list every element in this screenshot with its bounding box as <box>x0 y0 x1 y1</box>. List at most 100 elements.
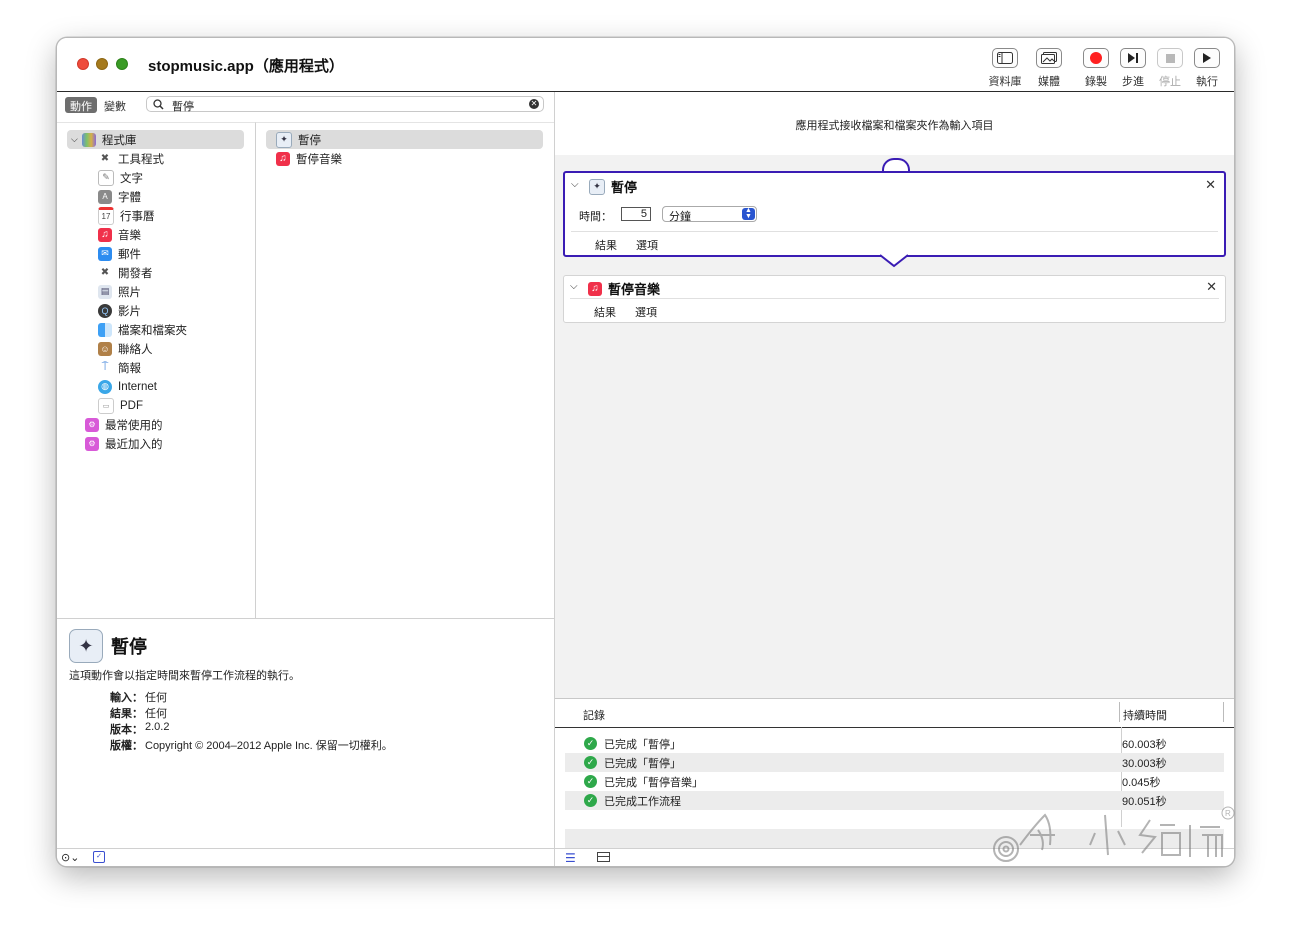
split-view-icon[interactable] <box>597 852 610 862</box>
remove-action-icon[interactable]: ✕ <box>1206 279 1217 295</box>
disclosure-chevron-icon[interactable]: ⌵ <box>71 134 78 145</box>
collapse-chevron-icon[interactable]: ⌵ <box>570 281 578 292</box>
library-item-calendar[interactable]: 17 行事曆 <box>98 206 155 225</box>
action-item-pause[interactable]: ✦ 暫停 <box>276 130 321 149</box>
description-title: 暫停 <box>111 637 147 657</box>
globe-icon: ◍ <box>98 379 112 394</box>
library-item-contacts[interactable]: ☺ 聯絡人 <box>98 339 153 358</box>
smart-group-label: 最近加入的 <box>105 438 163 451</box>
photo-icon <box>1036 48 1062 68</box>
action-item-pause-music[interactable]: ♫ 暫停音樂 <box>276 149 342 168</box>
log-row: ✓ 已完成「暫停」 60.003秒 <box>565 734 1224 753</box>
duration-column-header[interactable]: 持續時間 <box>1123 707 1167 723</box>
finder-icon <box>98 322 112 337</box>
window-title: stopmusic.app（應用程式） <box>148 58 344 75</box>
smart-group-recently-added[interactable]: ⚙ 最近加入的 <box>85 434 163 453</box>
contacts-icon: ☺ <box>98 341 112 356</box>
record-button[interactable]: 錄製 <box>1076 48 1116 88</box>
smart-group-most-used[interactable]: ⚙ 最常使用的 <box>85 415 163 434</box>
library-item-label: 檔案和檔案夾 <box>118 324 187 337</box>
svg-text:R: R <box>1225 809 1231 818</box>
record-label: 錄製 <box>1085 76 1107 88</box>
left-pane: 動作 變數 暫停 ✕ ⌵ 程式庫 ✖ 工具程式 ✎ 文字 A 字體 17 行事曆 ♫ 音樂… <box>57 92 555 848</box>
checkmark-icon: ✓ <box>584 756 597 769</box>
time-value-field[interactable]: 5 <box>621 207 651 221</box>
music-icon: ♫ <box>588 281 602 296</box>
step-button[interactable]: 步進 <box>1113 48 1153 88</box>
list-view-icon[interactable]: ☰ <box>565 851 576 865</box>
library-item-label: 文字 <box>120 172 143 185</box>
pdf-icon: ▭ <box>98 397 114 414</box>
step-forward-icon <box>1120 48 1146 68</box>
media-button[interactable]: 媒體 <box>1029 48 1069 88</box>
action-card-pause-music[interactable]: ⌵ ♫ 暫停音樂 ✕ 結果 選項 <box>563 275 1226 323</box>
automator-robot-icon: ✦ <box>589 178 605 195</box>
collapse-chevron-icon[interactable]: ⌵ <box>571 179 579 190</box>
action-item-label: 暫停 <box>298 134 321 147</box>
tools-icon: ✖ <box>100 153 110 164</box>
search-icon <box>153 99 164 113</box>
library-item-utilities[interactable]: ✖ 工具程式 <box>98 149 164 168</box>
automator-robot-icon: ✦ <box>69 629 103 663</box>
library-item-mail[interactable]: ✉ 郵件 <box>98 244 141 263</box>
library-item-presentations[interactable]: ⍑ 簡報 <box>98 358 141 377</box>
presentation-icon: ⍑ <box>101 361 109 373</box>
play-icon <box>1194 48 1220 68</box>
action-card-footer: 結果 選項 <box>571 237 658 253</box>
library-item-internet[interactable]: ◍ Internet <box>98 377 157 396</box>
zoom-window-button[interactable] <box>116 58 128 70</box>
workflow-pane: 應用程式接收檔案和檔案夾作為輸入項目 ⌵ ✦ 暫停 ✕ 時間： 5 分鐘 ▲▼ <box>555 92 1234 849</box>
library-item-developer[interactable]: ✖ 開發者 <box>98 263 153 282</box>
action-card-pause[interactable]: ⌵ ✦ 暫停 ✕ 時間： 5 分鐘 ▲ ▼ 結果 選項 <box>563 171 1226 257</box>
search-field[interactable]: 暫停 ✕ <box>146 96 544 114</box>
checkmark-icon: ✓ <box>584 794 597 807</box>
library-item-movies[interactable]: Q 影片 <box>98 301 141 320</box>
library-list: ⌵ 程式庫 ✖ 工具程式 ✎ 文字 A 字體 17 行事曆 ♫ 音樂 ✉ 郵件 ✖ 開發者 ▤… <box>57 122 256 619</box>
action-menu-icon[interactable]: ⊙⌄ <box>61 851 79 864</box>
description-toggle-icon[interactable]: ✓ <box>93 851 105 863</box>
smart-group-label: 最常使用的 <box>105 419 163 432</box>
search-input[interactable]: 暫停 <box>172 98 194 114</box>
action-list: ✦ 暫停 ♫ 暫停音樂 <box>256 122 554 619</box>
library-item-label: 聯絡人 <box>118 343 153 356</box>
library-item-fonts[interactable]: A 字體 <box>98 187 141 206</box>
library-root[interactable]: ⌵ 程式庫 <box>71 130 136 149</box>
log-column-header[interactable]: 記錄 <box>583 707 605 723</box>
library-root-label: 程式庫 <box>101 134 137 147</box>
sidebar-icon <box>992 48 1018 68</box>
results-button[interactable]: 結果 <box>595 237 617 253</box>
smart-folder-icon: ⚙ <box>85 436 99 451</box>
close-window-button[interactable] <box>77 58 89 70</box>
record-icon <box>1083 48 1109 68</box>
tab-variables[interactable]: 變數 <box>99 97 131 113</box>
automator-robot-icon: ✦ <box>276 131 292 148</box>
library-item-music[interactable]: ♫ 音樂 <box>98 225 141 244</box>
photos-icon: ▤ <box>98 284 112 299</box>
workflow-input-description: 應用程式接收檔案和檔案夾作為輸入項目 <box>795 120 994 132</box>
library-item-label: 工具程式 <box>118 153 164 166</box>
workflow-area: ⌵ ✦ 暫停 ✕ 時間： 5 分鐘 ▲ ▼ 結果 選項 ⌵ ♫ 暫停音樂 ✕ 結… <box>555 155 1234 698</box>
library-item-pdf[interactable]: ▭ PDF <box>98 396 143 415</box>
clear-search-icon[interactable]: ✕ <box>529 99 539 109</box>
run-button[interactable]: 執行 <box>1187 48 1227 88</box>
library-item-label: PDF <box>120 399 143 412</box>
stop-button[interactable]: 停止 <box>1150 48 1190 88</box>
minimize-window-button[interactable] <box>96 58 108 70</box>
library-item-label: 簡報 <box>118 362 141 375</box>
options-button[interactable]: 選項 <box>635 304 657 320</box>
action-description: ✦ 暫停 這項動作會以指定時間來暫停工作流程的執行。 輸入： 任何 結果： 任何 版… <box>57 618 554 849</box>
time-unit-select[interactable]: 分鐘 ▲ ▼ <box>662 206 757 223</box>
remove-action-icon[interactable]: ✕ <box>1205 177 1216 193</box>
music-icon: ♫ <box>276 151 290 166</box>
library-button[interactable]: 資料庫 <box>985 48 1025 88</box>
library-item-files-folders[interactable]: 檔案和檔案夾 <box>98 320 187 339</box>
output-connector <box>879 253 909 269</box>
tab-actions[interactable]: 動作 <box>65 97 97 113</box>
music-icon: ♫ <box>98 227 112 242</box>
library-item-text[interactable]: ✎ 文字 <box>98 168 143 187</box>
results-button[interactable]: 結果 <box>594 304 616 320</box>
library-item-photos[interactable]: ▤ 照片 <box>98 282 141 301</box>
options-button[interactable]: 選項 <box>636 237 658 253</box>
action-card-title: ♫ 暫停音樂 <box>588 279 660 298</box>
log-row: ✓ 已完成「暫停音樂」 0.045秒 <box>565 772 1224 791</box>
